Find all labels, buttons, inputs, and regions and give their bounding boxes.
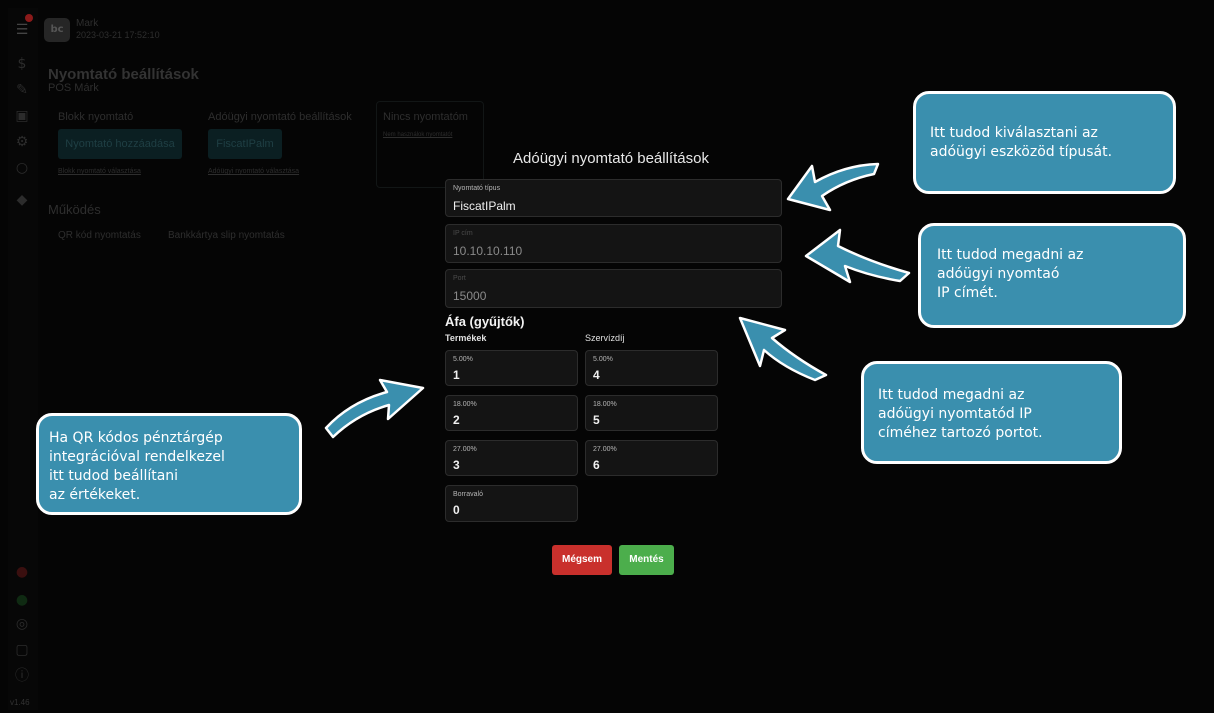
callout-printer-type: Itt tudod kiválasztani az adóügyi eszköz… bbox=[913, 91, 1176, 194]
callout-port-text: Itt tudod megadni az adóügyi nyomtatód I… bbox=[878, 387, 1043, 441]
arrow-port bbox=[738, 316, 828, 382]
callout-qr-text: Ha QR kódos pénztárgép integrációval ren… bbox=[49, 430, 225, 503]
callout-port: Itt tudod megadni az adóügyi nyomtatód I… bbox=[861, 361, 1122, 464]
callout-ip: Itt tudod megadni az adóügyi nyomtaó IP … bbox=[918, 223, 1186, 328]
arrow-ip bbox=[804, 228, 911, 284]
callout-qr: Ha QR kódos pénztárgép integrációval ren… bbox=[36, 413, 302, 515]
arrow-printer-type bbox=[786, 162, 880, 212]
callout-printer-type-text: Itt tudod kiválasztani az adóügyi eszköz… bbox=[930, 125, 1113, 160]
callout-ip-text: Itt tudod megadni az adóügyi nyomtaó IP … bbox=[937, 247, 1084, 301]
arrow-qr bbox=[324, 378, 425, 439]
